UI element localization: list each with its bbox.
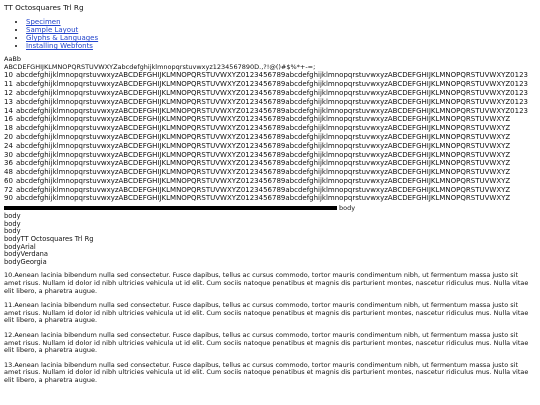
- waterfall-row: 11 abcdefghijklmnopqrstuvwxyzABCDEFGHIJKL…: [4, 80, 536, 89]
- size-label: 72: [4, 185, 13, 194]
- size-label: 16: [4, 115, 13, 124]
- size-sample: abcdefghijklmnopqrstuvwxyzABCDEFGHIJKLMN…: [16, 176, 511, 185]
- nav-item-installing-webfonts: Installing Webfonts: [26, 42, 536, 50]
- rule-label: body: [339, 203, 356, 212]
- nav-link-sample-layout[interactable]: Sample Layout: [26, 26, 78, 34]
- size-sample: abcdefghijklmnopqrstuvwxyzABCDEFGHIJKLMN…: [16, 132, 511, 141]
- size-sample: abcdefghijklmnopqrstuvwxyzABCDEFGHIJKLMN…: [16, 80, 528, 89]
- body-font-comparison: body body body bodyTT Octosquares Trl Rg…: [4, 213, 536, 266]
- size-sample: abcdefghijklmnopqrstuvwxyzABCDEFGHIJKLMN…: [16, 88, 528, 97]
- waterfall-row: 12 abcdefghijklmnopqrstuvwxyzABCDEFGHIJKL…: [4, 89, 536, 98]
- nav-link-glyphs-languages[interactable]: Glyphs & Languages: [26, 34, 98, 42]
- nav-item-glyphs-languages: Glyphs & Languages: [26, 34, 536, 42]
- size-label: 30: [4, 150, 13, 159]
- size-sample: abcdefghijklmnopqrstuvwxyzABCDEFGHIJKLMN…: [16, 115, 511, 124]
- waterfall-row: 24 abcdefghijklmnopqrstuvwxyzABCDEFGHIJKL…: [4, 142, 536, 151]
- specimen-page: TT Octosquares Trl Rg Specimen Sample La…: [0, 0, 540, 405]
- size-label: 14: [4, 106, 13, 115]
- body-line: bodyTT Octosquares Trl Rg: [4, 235, 94, 244]
- size-label: 24: [4, 141, 13, 150]
- sample-paragraph: 11.Aenean lacinia bibendum nulla sed con…: [4, 301, 529, 325]
- sample-paragraph: 12.Aenean lacinia bibendum nulla sed con…: [4, 331, 529, 355]
- size-sample: abcdefghijklmnopqrstuvwxyzABCDEFGHIJKLMN…: [16, 185, 511, 194]
- specimen-rule-row: body: [4, 204, 536, 212]
- size-sample: abcdefghijklmnopqrstuvwxyzABCDEFGHIJKLMN…: [16, 124, 511, 133]
- size-sample: abcdefghijklmnopqrstuvwxyzABCDEFGHIJKLMN…: [16, 194, 511, 203]
- horizontal-rule: [4, 206, 337, 211]
- waterfall-row: 60 abcdefghijklmnopqrstuvwxyzABCDEFGHIJKL…: [4, 177, 536, 186]
- nav-link-installing-webfonts[interactable]: Installing Webfonts: [26, 42, 93, 50]
- waterfall-row: 72 abcdefghijklmnopqrstuvwxyzABCDEFGHIJKL…: [4, 186, 536, 195]
- size-label: 12: [4, 88, 13, 97]
- size-sample: abcdefghijklmnopqrstuvwxyzABCDEFGHIJKLMN…: [16, 159, 511, 168]
- nav-link-specimen[interactable]: Specimen: [26, 18, 61, 26]
- waterfall-row: 36 abcdefghijklmnopqrstuvwxyzABCDEFGHIJKL…: [4, 159, 536, 168]
- waterfall-row: 14 abcdefghijklmnopqrstuvwxyzABCDEFGHIJKL…: [4, 107, 536, 116]
- character-set: ABCDEFGHIJKLMNOPQRSTUVWXYZabcdefghijklmn…: [4, 63, 316, 71]
- size-sample: abcdefghijklmnopqrstuvwxyzABCDEFGHIJKLMN…: [16, 97, 528, 106]
- waterfall-row: 10 abcdefghijklmnopqrstuvwxyzABCDEFGHIJKL…: [4, 71, 536, 80]
- size-label: 20: [4, 132, 13, 141]
- waterfall-row: 18 abcdefghijklmnopqrstuvwxyzABCDEFGHIJKL…: [4, 124, 536, 133]
- size-label: 48: [4, 168, 13, 177]
- body-line: bodyVerdana: [4, 250, 49, 259]
- body-line: bodyArial: [4, 242, 36, 251]
- size-label: 60: [4, 176, 13, 185]
- size-label: 36: [4, 159, 13, 168]
- page-title: TT Octosquares Trl Rg: [4, 3, 84, 12]
- waterfall-row: 48 abcdefghijklmnopqrstuvwxyzABCDEFGHIJKL…: [4, 168, 536, 177]
- size-sample: abcdefghijklmnopqrstuvwxyzABCDEFGHIJKLMN…: [16, 141, 511, 150]
- waterfall-row: 20 abcdefghijklmnopqrstuvwxyzABCDEFGHIJKL…: [4, 133, 536, 142]
- sample-paragraph: 13.Aenean lacinia bibendum nulla sed con…: [4, 360, 529, 384]
- size-label: 18: [4, 124, 13, 133]
- body-line: body: [4, 212, 21, 221]
- size-sample: abcdefghijklmnopqrstuvwxyzABCDEFGHIJKLMN…: [16, 150, 511, 159]
- nav-item-specimen: Specimen: [26, 18, 536, 26]
- size-sample: abcdefghijklmnopqrstuvwxyzABCDEFGHIJKLMN…: [16, 71, 528, 80]
- size-label: 11: [4, 80, 13, 89]
- waterfall-row: 13 abcdefghijklmnopqrstuvwxyzABCDEFGHIJKL…: [4, 98, 536, 107]
- size-label: 13: [4, 97, 13, 106]
- size-sample: abcdefghijklmnopqrstuvwxyzABCDEFGHIJKLMN…: [16, 168, 511, 177]
- waterfall-row: 16 abcdefghijklmnopqrstuvwxyzABCDEFGHIJKL…: [4, 115, 536, 124]
- body-line: body: [4, 219, 21, 228]
- waterfall-row: 90 abcdefghijklmnopqrstuvwxyzABCDEFGHIJKL…: [4, 194, 536, 203]
- nav-item-sample-layout: Sample Layout: [26, 26, 536, 34]
- size-label: 90: [4, 194, 13, 203]
- waterfall-row: 30 abcdefghijklmnopqrstuvwxyzABCDEFGHIJKL…: [4, 151, 536, 160]
- specimen-nav: Specimen Sample Layout Glyphs & Language…: [26, 18, 536, 50]
- size-sample: abcdefghijklmnopqrstuvwxyzABCDEFGHIJKLMN…: [16, 106, 528, 115]
- body-line: bodyGeorgia: [4, 257, 47, 266]
- size-label: 10: [4, 71, 13, 80]
- size-waterfall: 10 abcdefghijklmnopqrstuvwxyzABCDEFGHIJKL…: [4, 71, 536, 203]
- sample-aa: AaBb: [4, 55, 22, 64]
- sample-paragraph: 10.Aenean lacinia bibendum nulla sed con…: [4, 271, 529, 295]
